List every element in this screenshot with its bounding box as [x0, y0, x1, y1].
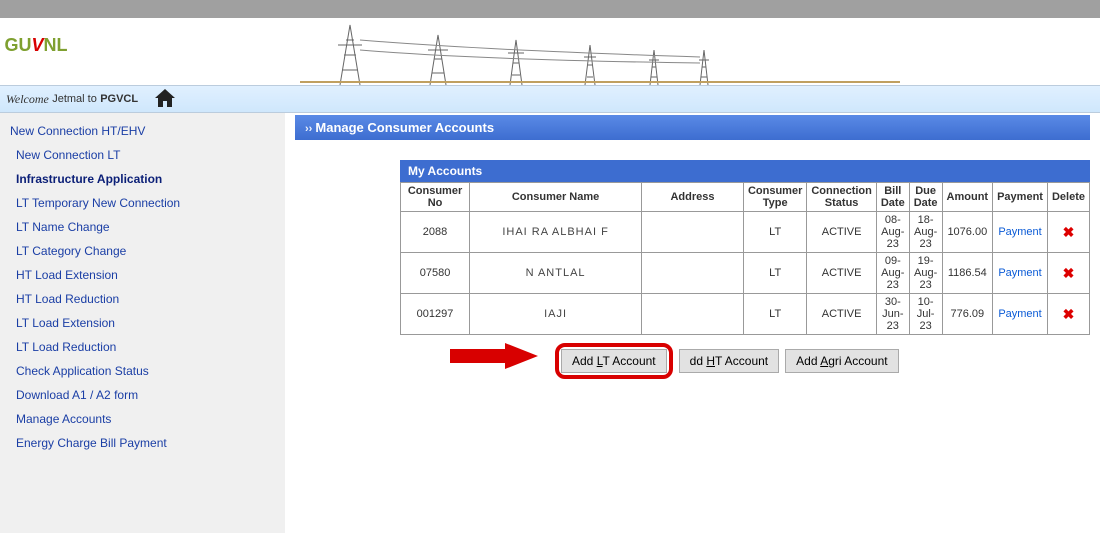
sidebar-item-ht-load-red[interactable]: HT Load Reduction — [8, 287, 277, 311]
cell-delete: ✖ — [1047, 294, 1089, 335]
cell-consumer-name: IHAI RA ALBHAI F — [470, 212, 642, 253]
cell-consumer-name: IAJI — [470, 294, 642, 335]
add-ht-account-button[interactable]: dd HT Account — [679, 349, 780, 373]
add-agri-account-button[interactable]: Add Agri Account — [785, 349, 898, 373]
th-amount: Amount — [942, 183, 993, 212]
table-row: 001297IAJI LTACTIVE30-Jun-2310-Jul-23776.… — [401, 294, 1090, 335]
pylons-art — [300, 15, 900, 85]
sidebar-item-check-status[interactable]: Check Application Status — [8, 359, 277, 383]
cell-type: LT — [743, 253, 806, 294]
cell-address — [642, 294, 744, 335]
banner-art — [300, 15, 900, 85]
cell-status: ACTIVE — [807, 212, 877, 253]
sidebar-item-lt-name[interactable]: LT Name Change — [8, 215, 277, 239]
welcome-brand: PGVCL — [100, 93, 138, 105]
cell-status: ACTIVE — [807, 294, 877, 335]
cell-bill-date: 30-Jun-23 — [876, 294, 909, 335]
panel-title: My Accounts — [400, 160, 1090, 182]
cell-type: LT — [743, 294, 806, 335]
logo: GUVNL — [6, 18, 66, 73]
cell-due-date: 18-Aug-23 — [909, 212, 942, 253]
cell-due-date: 19-Aug-23 — [909, 253, 942, 294]
add-lt-account-button[interactable]: Add LT Account — [561, 349, 667, 373]
cell-payment: Payment — [993, 294, 1048, 335]
cell-bill-date: 09-Aug-23 — [876, 253, 909, 294]
sidebar-item-infra-app[interactable]: Infrastructure Application — [8, 167, 277, 191]
sidebar-item-download-a1a2[interactable]: Download A1 / A2 form — [8, 383, 277, 407]
sidebar-item-lt-cat[interactable]: LT Category Change — [8, 239, 277, 263]
sidebar-item-manage-accounts[interactable]: Manage Accounts — [8, 407, 277, 431]
sidebar-item-lt-load-ext[interactable]: LT Load Extension — [8, 311, 277, 335]
cell-consumer-name: N ANTLAL — [470, 253, 642, 294]
home-icon[interactable] — [153, 87, 177, 112]
main-content: Manage Consumer Accounts My Accounts Con… — [285, 113, 1100, 533]
delete-icon[interactable]: ✖ — [1063, 265, 1075, 282]
delete-icon[interactable]: ✖ — [1063, 306, 1075, 323]
nav-strip: Welcome Jetmal to PGVCL — [0, 85, 1100, 113]
sidebar-item-ht-load-ext[interactable]: HT Load Extension — [8, 263, 277, 287]
cell-amount: 1186.54 — [942, 253, 993, 294]
th-bill-date: Bill Date — [876, 183, 909, 212]
cell-consumer-no: 07580 — [401, 253, 470, 294]
welcome-prefix: Welcome — [6, 92, 49, 107]
th-address: Address — [642, 183, 744, 212]
cell-address — [642, 212, 744, 253]
payment-link[interactable]: Payment — [998, 267, 1041, 279]
cell-consumer-no: 2088 — [401, 212, 470, 253]
sidebar-item-lt-temp[interactable]: LT Temporary New Connection — [8, 191, 277, 215]
payment-link[interactable]: Payment — [998, 308, 1041, 320]
cell-amount: 776.09 — [942, 294, 993, 335]
highlight-box: Add LT Account — [555, 343, 673, 379]
cell-status: ACTIVE — [807, 253, 877, 294]
table-header-row: Consumer No Consumer Name Address Consum… — [401, 183, 1090, 212]
th-due-date: Due Date — [909, 183, 942, 212]
sidebar-item-energy-bill[interactable]: Energy Charge Bill Payment — [8, 431, 277, 455]
table-row: 07580N ANTLAL LTACTIVE09-Aug-2319-Aug-231… — [401, 253, 1090, 294]
cell-payment: Payment — [993, 212, 1048, 253]
sidebar-item-new-conn-lt[interactable]: New Connection LT — [8, 143, 277, 167]
th-consumer-type: Consumer Type — [743, 183, 806, 212]
cell-bill-date: 08-Aug-23 — [876, 212, 909, 253]
th-consumer-name: Consumer Name — [470, 183, 642, 212]
cell-payment: Payment — [993, 253, 1048, 294]
table-row: 2088IHAI RA ALBHAI F LTACTIVE08-Aug-2318-… — [401, 212, 1090, 253]
cell-delete: ✖ — [1047, 212, 1089, 253]
th-payment: Payment — [993, 183, 1048, 212]
cell-due-date: 10-Jul-23 — [909, 294, 942, 335]
sidebar-item-new-conn-ht[interactable]: New Connection HT/EHV — [8, 119, 277, 143]
th-delete: Delete — [1047, 183, 1089, 212]
red-arrow-icon — [450, 341, 540, 374]
cell-delete: ✖ — [1047, 253, 1089, 294]
accounts-table: Consumer No Consumer Name Address Consum… — [400, 182, 1090, 335]
sidebar: New Connection HT/EHV New Connection LT … — [0, 113, 285, 533]
cell-consumer-no: 001297 — [401, 294, 470, 335]
button-row: Add LT Account dd HT Account Add Agri Ac… — [400, 343, 1090, 379]
th-consumer-no: Consumer No — [401, 183, 470, 212]
cell-address — [642, 253, 744, 294]
top-banner: GUVNL Logout — [0, 0, 1100, 85]
cell-type: LT — [743, 212, 806, 253]
welcome-user: Jetmal to — [52, 93, 97, 105]
delete-icon[interactable]: ✖ — [1063, 224, 1075, 241]
sidebar-item-lt-load-red[interactable]: LT Load Reduction — [8, 335, 277, 359]
page-title: Manage Consumer Accounts — [295, 115, 1090, 140]
th-connection-status: Connection Status — [807, 183, 877, 212]
payment-link[interactable]: Payment — [998, 226, 1041, 238]
cell-amount: 1076.00 — [942, 212, 993, 253]
